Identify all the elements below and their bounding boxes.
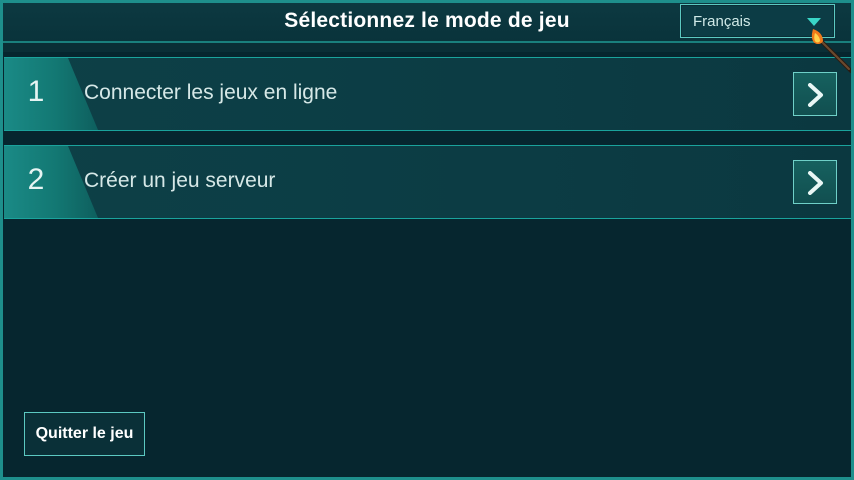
language-dropdown-value: Français (693, 13, 751, 30)
header-divider (3, 43, 851, 52)
mode-number: 1 (27, 75, 45, 108)
chevron-right-icon (808, 171, 823, 195)
mode-go-button[interactable] (793, 72, 837, 116)
quit-game-button[interactable]: Quitter le jeu (24, 412, 145, 456)
mode-item-server[interactable]: 2 Créer un jeu serveur (4, 145, 851, 219)
mode-item-online[interactable]: 1 Connecter les jeux en ligne (4, 57, 851, 131)
game-mode-screen: Sélectionnez le mode de jeu Français 1 C… (0, 0, 854, 480)
header-bar: Sélectionnez le mode de jeu Français (3, 3, 851, 43)
mode-label: Connecter les jeux en ligne (84, 81, 338, 104)
chevron-right-icon (808, 83, 823, 107)
mode-go-button[interactable] (793, 160, 837, 204)
torch-cursor-icon (811, 29, 851, 73)
mode-label: Créer un jeu serveur (84, 169, 276, 192)
mode-number: 2 (27, 163, 45, 196)
chevron-down-icon (807, 18, 821, 26)
